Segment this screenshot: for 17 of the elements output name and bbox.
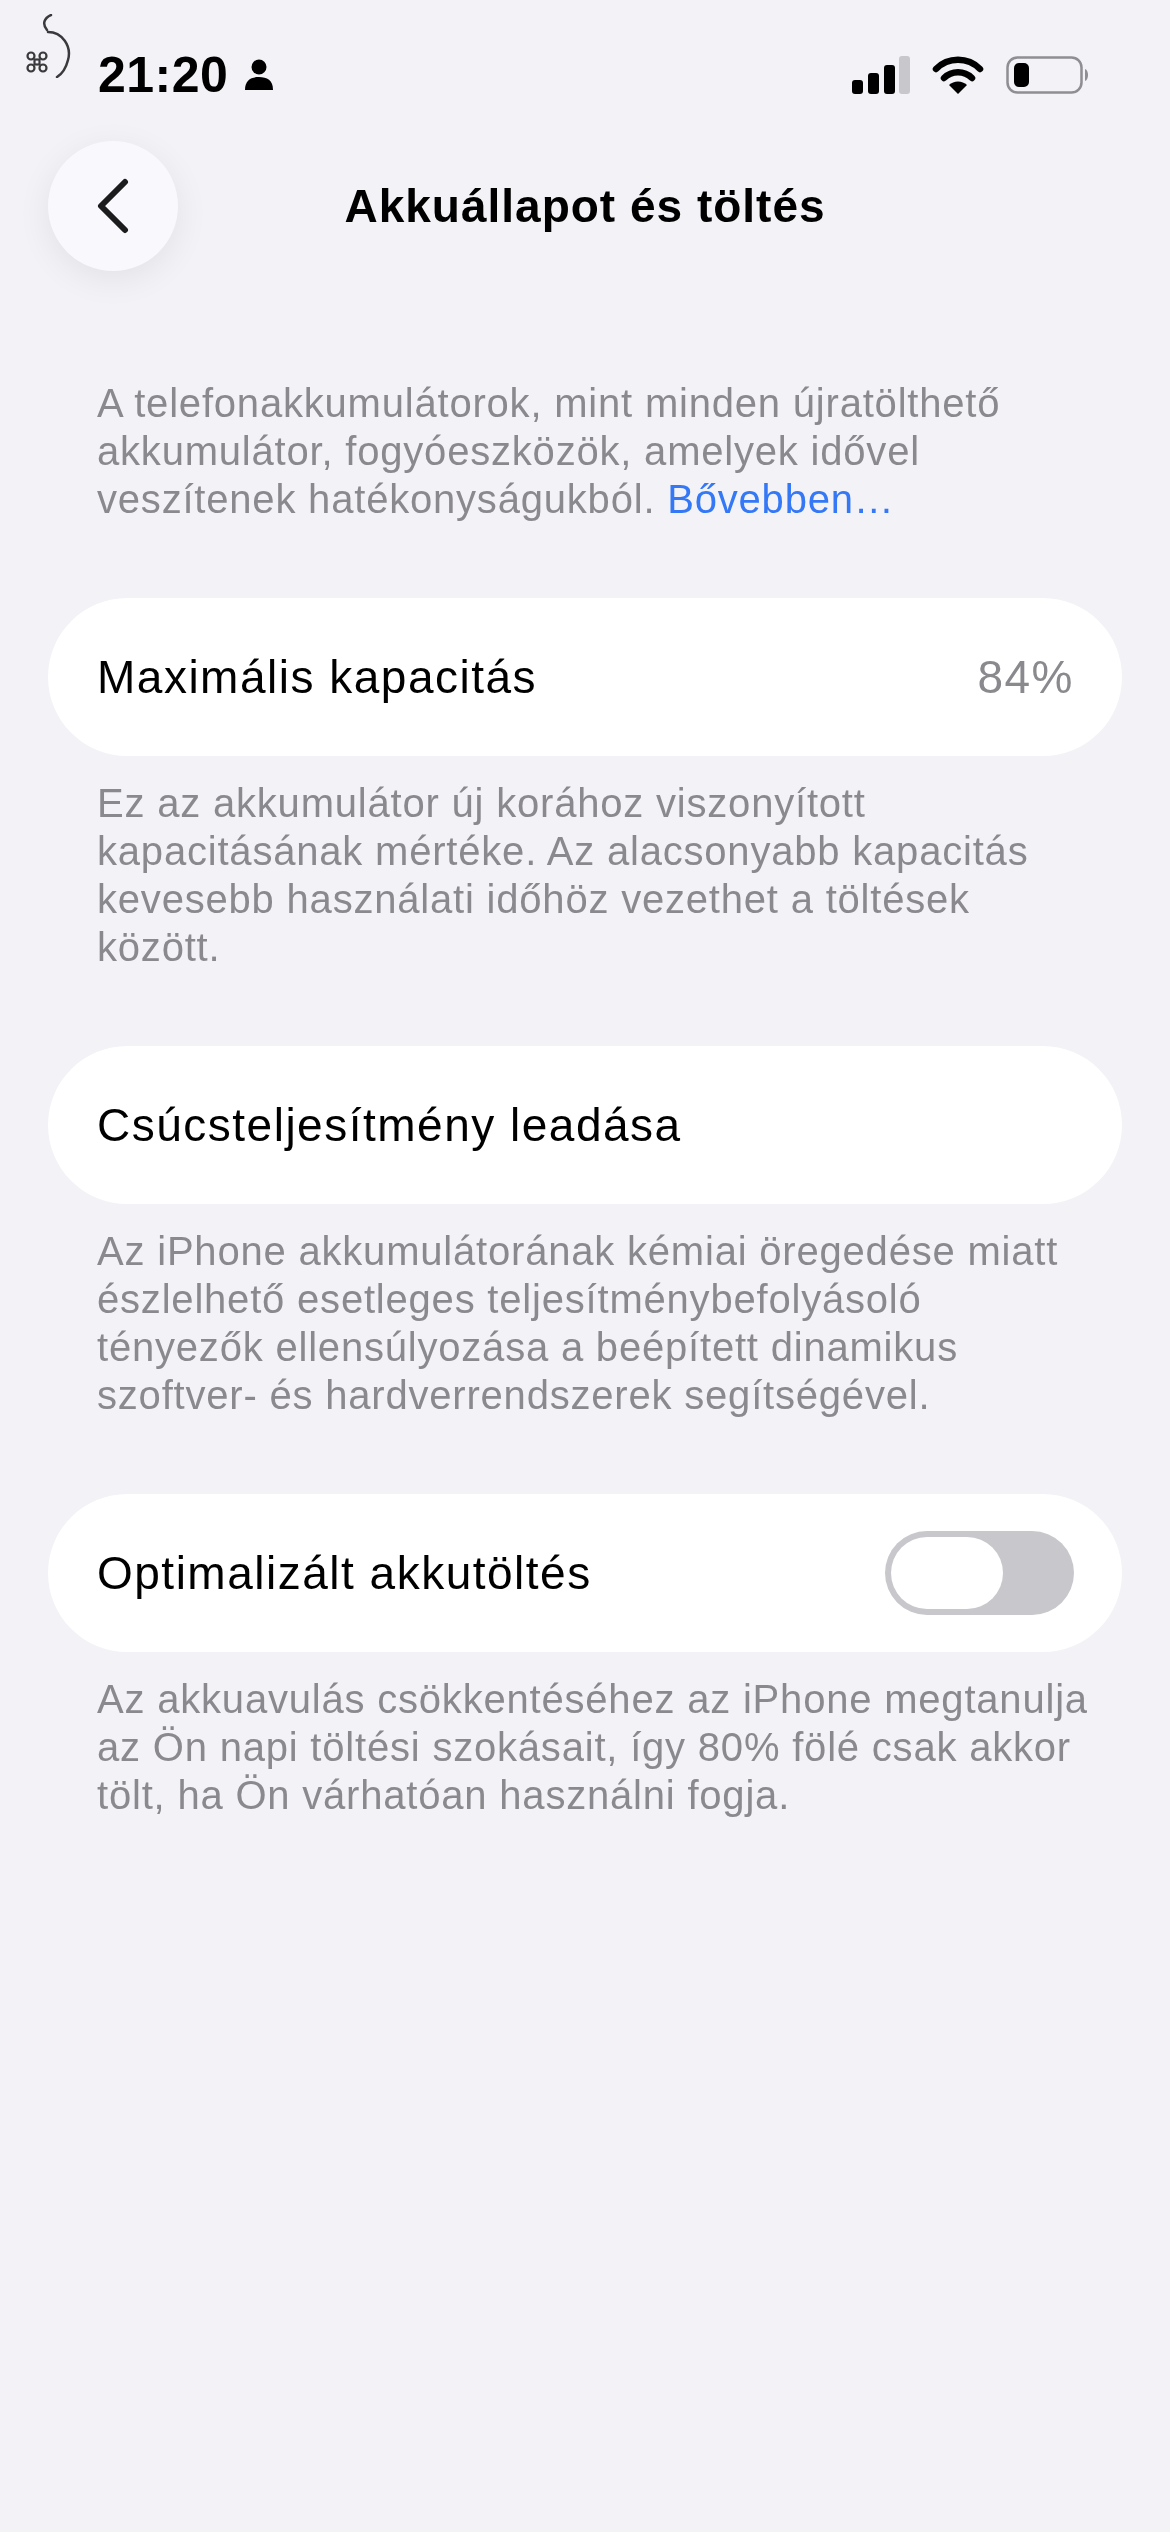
setting-label: Csúcsteljesítmény leadása bbox=[97, 1098, 682, 1152]
setting-label: Maximális kapacitás bbox=[97, 650, 538, 704]
footer-note: Az akkuavulás csökkentéséhez az iPhone megtanulja az Ön napi töltési szokásait, így 80% fölé csak akkor tölt, ha Ön várhatóan használni fogja. bbox=[96, 1676, 1089, 1819]
person-icon bbox=[244, 59, 275, 91]
signal-icon bbox=[852, 56, 910, 94]
chevron-left-icon bbox=[96, 178, 130, 234]
page-title: Akkuállapot és töltés bbox=[343, 179, 827, 233]
learn-more-link[interactable]: Bővebben… bbox=[667, 477, 895, 521]
battery-icon bbox=[1006, 56, 1090, 94]
footer-note: Az iPhone akkumulátorának kémiai öregedése miatt észlelhető esetleges teljesítménybefolyásoló tényezők ellensúlyozása a beépített dinamikus szoftver- és hardverrendszerek segítségével. bbox=[96, 1228, 1060, 1419]
status-time: 21:20 bbox=[98, 50, 229, 100]
setting-label: Optimalizált akkutöltés bbox=[97, 1546, 592, 1600]
apple-command-icon bbox=[26, 14, 72, 78]
footer-note: Ez az akkumulátor új korához viszonyított kapacitásának mértéke. Az alacsonyabb kapacitás kevesebb használati időhöz vezethet a töltések között. bbox=[96, 780, 1030, 971]
wifi-icon bbox=[932, 56, 984, 94]
setting-value: 84% bbox=[977, 650, 1074, 704]
description-text: A telefonakkumulátorok, mint minden újratölthető akkumulátor, fogyóeszközök, amelyek idővel veszítenek hatékonyságukból. Bővebben… bbox=[97, 380, 1002, 523]
